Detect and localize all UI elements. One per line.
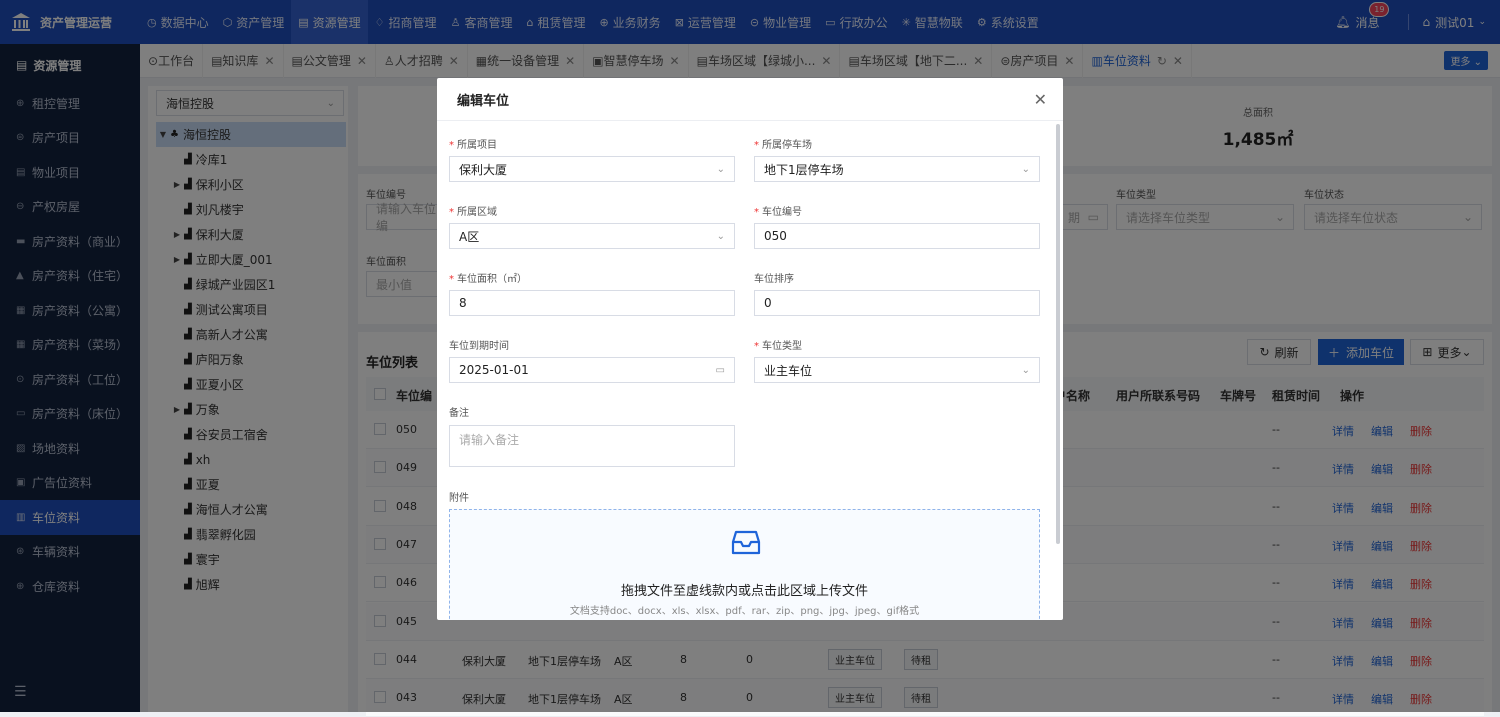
- upload-sub-text: 文档支持doc、docx、xls、xlsx、pdf、rar、zip、png、jp…: [569, 606, 920, 617]
- code-label: * 车位编号: [754, 207, 802, 218]
- zone-select[interactable]: A区 ⌄: [449, 223, 735, 249]
- chevron-down-icon: ⌄: [716, 230, 725, 242]
- code-value: 050: [764, 229, 787, 243]
- parking-lot-label: * 所属停车场: [754, 140, 812, 151]
- close-icon[interactable]: ✕: [1034, 90, 1047, 109]
- modal-scrollbar[interactable]: [1056, 124, 1060, 544]
- modal-title: 编辑车位: [437, 78, 1063, 121]
- parking-lot-select[interactable]: 地下1层停车场 ⌄: [754, 156, 1040, 182]
- type-value: 业主车位: [764, 363, 813, 378]
- parking-lot-value: 地下1层停车场: [764, 162, 844, 177]
- remark-textarea[interactable]: 请输入备注: [449, 425, 735, 467]
- order-input[interactable]: 0: [754, 290, 1040, 316]
- edit-parking-modal: 编辑车位 ✕ * 所属项目 保利大厦 ⌄ * 所属停车场 地下1层停车场 ⌄ * 所属区域…: [437, 78, 1063, 620]
- remark-placeholder: 请输入备注: [459, 433, 520, 447]
- project-select[interactable]: 保利大厦 ⌄: [449, 156, 735, 182]
- calendar-icon: ▭: [715, 364, 725, 376]
- chevron-down-icon: ⌄: [1021, 364, 1030, 376]
- code-input[interactable]: 050: [754, 223, 1040, 249]
- upload-dropzone[interactable]: 拖拽文件至虚线款内或点击此区域上传文件 文档支持doc、docx、xls、xls…: [449, 509, 1040, 620]
- chevron-down-icon: ⌄: [1021, 163, 1030, 175]
- inbox-icon: [731, 530, 761, 555]
- area-value: 8: [459, 296, 467, 310]
- project-value: 保利大厦: [459, 162, 508, 177]
- zone-value: A区: [459, 229, 480, 244]
- zone-label: * 所属区域: [449, 207, 497, 218]
- order-value: 0: [764, 296, 772, 310]
- expire-label: 车位到期时间: [449, 341, 509, 352]
- expire-date-picker[interactable]: 2025-01-01 ▭: [449, 357, 735, 383]
- order-label: 车位排序: [754, 274, 794, 285]
- expire-value: 2025-01-01: [459, 363, 529, 377]
- attachment-label: 附件: [449, 493, 469, 504]
- area-label: * 车位面积（㎡）: [449, 274, 527, 285]
- area-input[interactable]: 8: [449, 290, 735, 316]
- remark-label: 备注: [449, 408, 469, 419]
- upload-main-text: 拖拽文件至虚线款内或点击此区域上传文件: [620, 584, 868, 599]
- type-label: * 车位类型: [754, 341, 802, 352]
- chevron-down-icon: ⌄: [716, 163, 725, 175]
- project-label: * 所属项目: [449, 140, 497, 151]
- type-select[interactable]: 业主车位 ⌄: [754, 357, 1040, 383]
